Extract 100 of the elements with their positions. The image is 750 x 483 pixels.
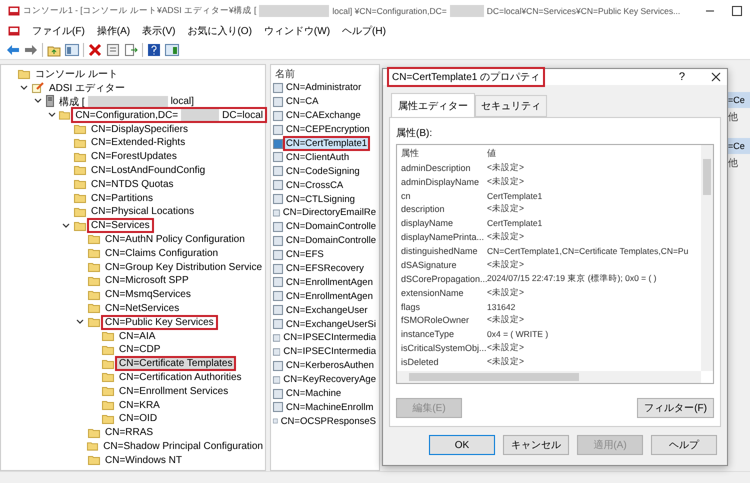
folder-icon: [74, 124, 86, 134]
console-tree-icon[interactable]: [65, 42, 79, 56]
tree-item[interactable]: ADSI エディター: [47, 80, 128, 95]
tab[interactable]: 属性エディター: [391, 93, 475, 117]
table-cell: adminDisplayName: [401, 176, 480, 187]
tree-item[interactable]: CN=NTDS Quotas: [89, 178, 176, 190]
list-item[interactable]: CN=CAExchange: [285, 110, 362, 122]
tree-item[interactable]: CN=Certificate Templates: [117, 358, 234, 370]
list-item[interactable]: CN=DomainControlle: [284, 221, 377, 232]
tree-item[interactable]: CN=Configuration,DC= DC=local: [73, 109, 265, 122]
list-item[interactable]: CN=KeyRecoveryAge: [282, 374, 377, 386]
list-item[interactable]: CN=EFSRecovery: [285, 263, 365, 274]
forward-arrow-icon[interactable]: [24, 42, 38, 56]
chevron-down-icon[interactable]: [62, 222, 70, 229]
tree-item[interactable]: CN=Certification Authorities: [117, 372, 244, 383]
list-item[interactable]: CN=OCSPResponseS: [280, 416, 377, 427]
tree-item[interactable]: コンソール ルート: [33, 66, 120, 81]
tree-item[interactable]: CN=Services: [89, 220, 152, 232]
column-header[interactable]: 名前: [273, 67, 377, 81]
tree-item[interactable]: CN=Group Key Distribution Service: [103, 262, 264, 273]
list-item[interactable]: CN=ExchangeUser: [285, 304, 369, 316]
list-item[interactable]: CN=EnrollmentAgen: [285, 276, 374, 288]
list-item[interactable]: CN=DomainControlle: [284, 235, 377, 246]
table-cell: <未設定>: [487, 356, 524, 368]
table-cell: 2024/07/15 22:47:19 東京 (標準時); 0x0 = ( ): [487, 272, 657, 285]
tree-item[interactable]: CN=Extended-Rights: [89, 137, 188, 148]
tree-item[interactable]: CN=LostAndFoundConfig: [89, 164, 208, 176]
menu-item[interactable]: ファイル(F): [32, 24, 85, 38]
export-icon[interactable]: [124, 42, 138, 56]
horizontal-scrollbar[interactable]: [397, 371, 701, 383]
tree-item[interactable]: CN=AIA: [117, 330, 158, 342]
chevron-down-icon[interactable]: [20, 84, 28, 91]
list-item[interactable]: CN=IPSECIntermedia: [282, 346, 377, 358]
tree-item[interactable]: CN=Enrollment Services: [117, 386, 230, 397]
list-item[interactable]: CN=Machine: [285, 388, 342, 400]
tree-item[interactable]: CN=Partitions: [89, 192, 155, 204]
table-cell: CertTemplate1: [487, 218, 542, 228]
object-icon: [273, 124, 283, 135]
list-item[interactable]: CN=DirectoryEmailRe: [282, 207, 377, 218]
list-item[interactable]: CN=KerberosAuthen: [285, 360, 375, 372]
table-cell-text: <未設定>: [487, 342, 524, 352]
tree-item[interactable]: CN=MsmqServices: [103, 289, 193, 300]
list-item[interactable]: CN=CTLSigning: [285, 194, 356, 205]
menu-item[interactable]: ヘルプ(H): [342, 24, 386, 38]
list-item[interactable]: CN=CrossCA: [285, 180, 344, 191]
column-header[interactable]: 属性: [401, 147, 419, 160]
list-item[interactable]: CN=MachineEnrollm: [285, 402, 374, 413]
column-header[interactable]: 値: [487, 147, 496, 160]
menu-item[interactable]: 操作(A): [96, 24, 130, 38]
tree-item[interactable]: 構成 [ local]: [57, 94, 196, 108]
menu-item[interactable]: お気に入り(O): [187, 24, 252, 38]
tree-item[interactable]: CN=Public Key Services: [103, 316, 216, 328]
list-item[interactable]: CN=IPSECIntermedia: [282, 332, 377, 344]
folder-icon: [88, 455, 100, 466]
tree-item[interactable]: CN=CDP: [117, 344, 162, 356]
folder-icon: [88, 276, 100, 286]
help-button[interactable]: ?: [678, 71, 685, 83]
maximize-icon[interactable]: [732, 6, 742, 16]
list-item[interactable]: CN=CodeSigning: [285, 166, 361, 177]
list-item[interactable]: CN=EFS: [285, 249, 325, 260]
properties-icon[interactable]: [106, 42, 120, 56]
tree-item[interactable]: CN=AuthN Policy Configuration: [103, 234, 247, 245]
tree-item[interactable]: CN=Physical Locations: [89, 206, 196, 218]
tree-item[interactable]: CN=NetServices: [103, 302, 182, 314]
action-pane-icon[interactable]: [165, 42, 179, 56]
list-item[interactable]: CN=CertTemplate1: [285, 138, 368, 149]
back-arrow-icon[interactable]: [6, 42, 20, 56]
list-item[interactable]: CN=EnrollmentAgen: [285, 290, 374, 302]
tree-item[interactable]: CN=KRA: [117, 400, 162, 411]
delete-icon[interactable]: [88, 42, 102, 56]
action-item[interactable]: 他: [728, 156, 750, 172]
chevron-down-icon[interactable]: [48, 112, 56, 118]
tab[interactable]: セキュリティ: [475, 95, 547, 117]
list-item[interactable]: CN=ExchangeUserSi: [284, 318, 377, 330]
tree-item[interactable]: CN=OID: [117, 413, 160, 424]
list-item[interactable]: CN=CEPEncryption: [285, 124, 371, 136]
vertical-scrollbar[interactable]: [701, 145, 713, 371]
tree-item[interactable]: CN=Microsoft SPP: [103, 275, 191, 286]
close-icon[interactable]: [711, 72, 721, 82]
tree-item[interactable]: CN=Claims Configuration: [103, 248, 220, 259]
dialog-button[interactable]: ヘルプ: [651, 435, 717, 455]
menu-item[interactable]: 表示(V): [142, 24, 176, 38]
action-item[interactable]: 他: [728, 110, 750, 126]
filter-button[interactable]: フィルター(F): [637, 398, 714, 418]
chevron-down-icon[interactable]: [76, 319, 84, 326]
tree-item[interactable]: CN=ForestUpdates: [89, 151, 179, 162]
list-item[interactable]: CN=ClientAuth: [285, 152, 350, 163]
list-item[interactable]: CN=CA: [285, 96, 320, 108]
menu-item[interactable]: ウィンドウ(W): [264, 24, 330, 38]
tree-item[interactable]: CN=RRAS: [103, 427, 156, 438]
tree-item[interactable]: CN=DisplaySpecifiers: [89, 124, 190, 135]
dialog-button[interactable]: OK: [429, 435, 495, 455]
dialog-button[interactable]: キャンセル: [503, 435, 569, 455]
folder-icon: [88, 317, 100, 328]
table-cell: CertTemplate1: [487, 190, 542, 201]
list-item[interactable]: CN=Administrator: [285, 82, 362, 94]
tree-item[interactable]: CN=Windows NT: [103, 454, 184, 466]
help-icon[interactable]: [147, 42, 161, 56]
tree-item[interactable]: CN=Shadow Principal Configuration: [101, 440, 265, 452]
chevron-down-icon[interactable]: [34, 98, 42, 104]
